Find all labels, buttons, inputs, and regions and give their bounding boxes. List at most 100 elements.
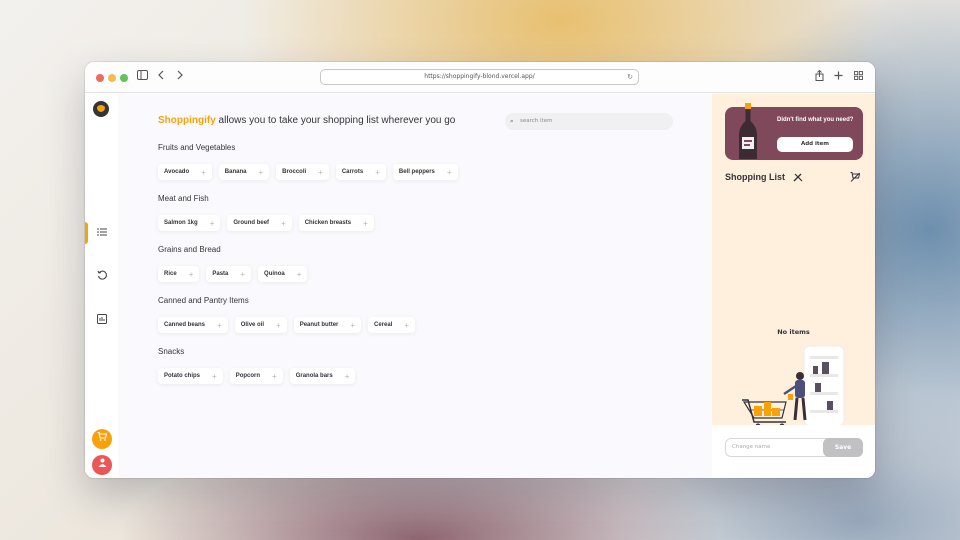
- share-icon[interactable]: [815, 69, 824, 85]
- category-title: Snacks: [158, 347, 185, 356]
- url-text: https://shoppingify-blond.vercel.app/: [424, 73, 535, 80]
- chevron-left-icon[interactable]: [157, 70, 165, 84]
- empty-list-message: No items: [777, 328, 810, 336]
- item-name: Banana: [224, 169, 247, 175]
- plus-icon[interactable]: +: [258, 168, 263, 177]
- item-name: Bell peppers: [398, 169, 435, 175]
- item-name: Ground beef: [233, 220, 270, 226]
- history-icon[interactable]: [94, 270, 110, 283]
- maximize-window-button[interactable]: [120, 74, 128, 82]
- plus-icon[interactable]: +: [350, 321, 355, 330]
- item-chip[interactable]: Olive oil +: [234, 317, 287, 333]
- item-chip[interactable]: Bell peppers +: [392, 164, 458, 180]
- plus-icon[interactable]: +: [447, 168, 452, 177]
- headline-text: allows you to take your shopping list wh…: [215, 115, 456, 126]
- sidebar-toggle-icon[interactable]: [137, 70, 148, 84]
- plus-icon[interactable]: +: [276, 321, 281, 330]
- item-name: Granola bars: [295, 373, 333, 379]
- item-chip[interactable]: Broccoli +: [276, 164, 329, 180]
- items-page: Shoppingify allows you to take your shop…: [118, 94, 712, 478]
- item-name: Potato chips: [164, 373, 201, 379]
- category-title: Meat and Fish: [158, 194, 209, 203]
- plus-icon[interactable]: +: [201, 168, 206, 177]
- list-name-input[interactable]: Change name Save: [725, 438, 863, 457]
- grid-icon[interactable]: [854, 70, 863, 84]
- add-item-banner: Didn't find what you need? Add item: [725, 103, 863, 160]
- item-name: Avocado: [164, 169, 190, 175]
- item-chip[interactable]: Cereal +: [368, 317, 416, 333]
- add-item-button[interactable]: Add item: [777, 137, 853, 152]
- plus-icon[interactable]: +: [189, 270, 194, 279]
- list-name-footer: Change name Save: [712, 425, 875, 478]
- page-headline: Shoppingify allows you to take your shop…: [158, 115, 455, 126]
- item-chip[interactable]: Peanut butter +: [293, 317, 362, 333]
- plus-icon[interactable]: +: [345, 372, 350, 381]
- plus-icon[interactable]: +: [240, 270, 245, 279]
- active-nav-indicator: [85, 222, 88, 244]
- save-button[interactable]: Save: [823, 438, 863, 457]
- category-items: Avocado + Banana + Broccoli + Carrots + Bell…: [158, 164, 458, 180]
- bottle-icon: [739, 103, 757, 159]
- shopping-list-title: Shopping List: [725, 172, 785, 182]
- item-chip[interactable]: Chicken breasts +: [298, 215, 374, 231]
- plus-icon[interactable]: +: [297, 270, 302, 279]
- cart-icon[interactable]: [92, 429, 112, 449]
- item-name: Broccoli: [282, 169, 307, 175]
- item-name: Peanut butter: [299, 322, 339, 328]
- list-name-placeholder: Change name: [732, 444, 771, 450]
- shopping-cart-illustration: [742, 345, 845, 429]
- item-name: Pasta: [212, 271, 229, 277]
- item-name: Olive oil: [240, 322, 265, 328]
- plus-icon[interactable]: +: [210, 219, 215, 228]
- item-chip[interactable]: Avocado +: [158, 164, 212, 180]
- bottle-icon[interactable]: [93, 101, 109, 117]
- plus-icon[interactable]: +: [363, 219, 368, 228]
- item-name: Quinoa: [264, 271, 285, 277]
- user-icon[interactable]: [92, 455, 112, 475]
- item-name: Carrots: [341, 169, 364, 175]
- item-chip[interactable]: Canned beans +: [158, 317, 228, 333]
- item-chip[interactable]: Quinoa +: [258, 266, 308, 282]
- item-chip[interactable]: Rice +: [158, 266, 200, 282]
- item-chip[interactable]: Salmon 1kg +: [158, 215, 221, 231]
- plus-icon[interactable]: +: [217, 321, 222, 330]
- plus-icon[interactable]: [834, 70, 843, 84]
- item-chip[interactable]: Ground beef +: [227, 215, 292, 231]
- item-name: Canned beans: [164, 322, 206, 328]
- item-chip[interactable]: Potato chips +: [158, 368, 223, 384]
- item-chip[interactable]: Banana +: [218, 164, 270, 180]
- item-chip[interactable]: Granola bars +: [289, 368, 356, 384]
- edit-icon[interactable]: [793, 172, 803, 185]
- reload-icon[interactable]: ↻: [627, 70, 633, 84]
- brand-name: Shoppingify: [158, 115, 216, 126]
- statistics-icon[interactable]: [94, 314, 110, 327]
- item-chip[interactable]: Carrots +: [335, 164, 386, 180]
- item-name: Chicken breasts: [304, 220, 352, 226]
- category-items: Salmon 1kg + Ground beef + Chicken breasts…: [158, 215, 374, 231]
- minimize-window-button[interactable]: [108, 74, 116, 82]
- category-title: Canned and Pantry Items: [158, 296, 249, 305]
- plus-icon[interactable]: +: [318, 168, 323, 177]
- plus-icon[interactable]: +: [272, 372, 277, 381]
- category-items: Canned beans + Olive oil + Peanut butter + …: [158, 317, 416, 333]
- item-chip[interactable]: Popcorn +: [229, 368, 283, 384]
- search-input[interactable]: ⌕ search item: [505, 113, 673, 130]
- chevron-right-icon[interactable]: [176, 70, 184, 84]
- browser-toolbar: https://shoppingify-blond.vercel.app/ ↻: [85, 62, 875, 93]
- close-window-button[interactable]: [96, 74, 104, 82]
- address-bar[interactable]: https://shoppingify-blond.vercel.app/ ↻: [320, 69, 639, 85]
- clear-cart-icon[interactable]: [850, 172, 861, 185]
- plus-icon[interactable]: +: [281, 219, 286, 228]
- shopping-list-panel: Didn't find what you need? Add item Shop…: [712, 94, 875, 478]
- item-chip[interactable]: Pasta +: [206, 266, 252, 282]
- item-name: Salmon 1kg: [164, 220, 198, 226]
- plus-icon[interactable]: +: [404, 321, 409, 330]
- browser-window: https://shoppingify-blond.vercel.app/ ↻: [85, 62, 875, 478]
- item-name: Popcorn: [235, 373, 261, 379]
- list-icon[interactable]: [94, 228, 110, 239]
- plus-icon[interactable]: +: [375, 168, 380, 177]
- item-name: Rice: [164, 271, 177, 277]
- plus-icon[interactable]: +: [212, 372, 217, 381]
- search-icon: ⌕: [510, 117, 514, 125]
- search-placeholder: search item: [520, 118, 553, 124]
